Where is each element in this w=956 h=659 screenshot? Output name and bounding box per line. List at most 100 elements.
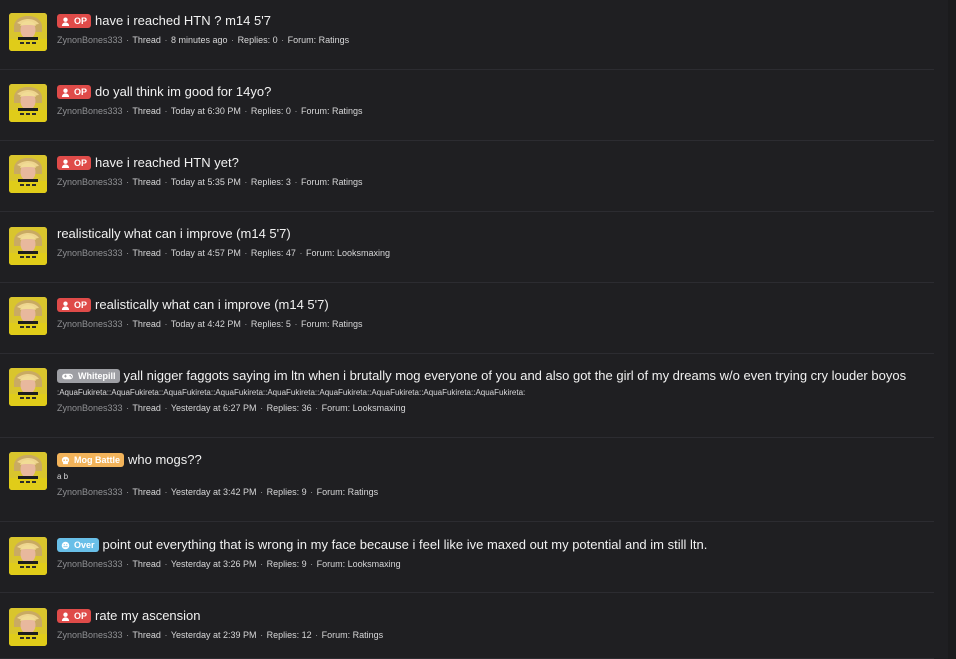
thread-meta: ZynonBones333 · Thread · Yesterday at 3:…	[57, 486, 926, 498]
avatar[interactable]	[9, 368, 47, 406]
thread-forum-link[interactable]: Forum: Looksmaxing	[317, 559, 401, 569]
thread-forum-link[interactable]: Forum: Looksmaxing	[322, 403, 406, 413]
thread-title-link[interactable]: do yall think im good for 14yo?	[95, 83, 271, 101]
thread-time: Yesterday at 3:26 PM	[170, 559, 257, 569]
thread-row[interactable]: OP rate my ascension ZynonBones333 · Threa…	[0, 593, 934, 659]
meta-separator: ·	[294, 177, 298, 187]
thread-author-link[interactable]: ZynonBones333	[57, 35, 123, 45]
avatar[interactable]	[9, 84, 47, 122]
meta-separator: ·	[164, 319, 168, 329]
thread-meta: ZynonBones333 · Thread · Today at 4:42 P…	[57, 318, 926, 330]
thread-snippet: a b	[57, 472, 69, 481]
thread-prefix-label: Mog Battle	[74, 455, 120, 465]
thread-row[interactable]: OP do yall think im good for 14yo? ZynonBo…	[0, 70, 934, 141]
meta-separator: ·	[126, 177, 130, 187]
thread-replies: Replies: 9	[266, 487, 307, 497]
thread-time: Yesterday at 3:42 PM	[170, 487, 257, 497]
thread-author-link[interactable]: ZynonBones333	[57, 177, 123, 187]
thread-row[interactable]: Over point out everything that is wrong i…	[0, 522, 934, 593]
thread-title-link[interactable]: point out everything that is wrong in my…	[103, 536, 708, 554]
thread-title-line: Mog Battle who mogs??	[57, 451, 926, 469]
thread-row[interactable]: Whitepill yall nigger faggots saying im l…	[0, 354, 934, 438]
gamepad-icon	[61, 372, 74, 381]
thread-type: Thread	[132, 35, 161, 45]
avatar[interactable]	[9, 452, 47, 490]
thread-author-link[interactable]: ZynonBones333	[57, 630, 123, 640]
thread-author-link[interactable]: ZynonBones333	[57, 559, 123, 569]
meta-separator: ·	[294, 319, 298, 329]
meta-separator: ·	[231, 35, 235, 45]
meta-separator: ·	[126, 248, 130, 258]
thread-title-line: OP realistically what can i improve (m14 …	[57, 296, 926, 314]
avatar[interactable]	[9, 297, 47, 335]
person-icon	[61, 159, 70, 168]
thread-title-link[interactable]: yall nigger faggots saying im ltn when i…	[124, 367, 907, 385]
meta-separator: ·	[164, 106, 168, 116]
meta-separator: ·	[244, 248, 248, 258]
thread-meta: ZynonBones333 · Thread · Yesterday at 3:…	[57, 558, 926, 570]
thread-meta: ZynonBones333 · Thread · 8 minutes ago ·…	[57, 34, 926, 46]
thread-prefix-badge[interactable]: OP	[57, 156, 92, 170]
thread-time: 8 minutes ago	[170, 35, 228, 45]
thread-forum-link[interactable]: Forum: Ratings	[317, 487, 379, 497]
thread-forum-link[interactable]: Forum: Ratings	[301, 177, 363, 187]
thread-forum-link[interactable]: Forum: Ratings	[322, 630, 384, 640]
thread-author-link[interactable]: ZynonBones333	[57, 403, 123, 413]
thread-author-link[interactable]: ZynonBones333	[57, 487, 123, 497]
meta-separator: ·	[294, 106, 298, 116]
avatar[interactable]	[9, 13, 47, 51]
thread-type: Thread	[132, 177, 161, 187]
face-icon	[61, 541, 70, 550]
thread-prefix-label: OP	[74, 300, 88, 310]
thread-title-link[interactable]: realistically what can i improve (m14 5'…	[95, 296, 329, 314]
thread-prefix-badge[interactable]: OP	[57, 14, 92, 28]
avatar[interactable]	[9, 155, 47, 193]
thread-prefix-badge[interactable]: Whitepill	[57, 369, 120, 383]
meta-separator: ·	[126, 319, 130, 329]
thread-row[interactable]: Mog Battle who mogs?? a b ZynonBones333 · T…	[0, 438, 934, 522]
thread-forum-link[interactable]: Forum: Ratings	[301, 106, 363, 116]
thread-row[interactable]: OP realistically what can i improve (m14 …	[0, 283, 934, 354]
meta-separator: ·	[164, 248, 168, 258]
thread-meta: ZynonBones333 · Thread · Yesterday at 2:…	[57, 629, 926, 641]
meta-separator: ·	[164, 559, 168, 569]
thread-author-link[interactable]: ZynonBones333	[57, 106, 123, 116]
thread-forum-link[interactable]: Forum: Ratings	[301, 319, 363, 329]
thread-title-link[interactable]: rate my ascension	[95, 607, 201, 625]
thread-type: Thread	[132, 248, 161, 258]
thread-row[interactable]: OP have i reached HTN ? m14 5'7 ZynonBones…	[0, 0, 934, 70]
thread-forum-link[interactable]: Forum: Looksmaxing	[306, 248, 390, 258]
meta-separator: ·	[244, 319, 248, 329]
thread-content: OP have i reached HTN yet? ZynonBones333 ·…	[57, 154, 926, 188]
thread-title-link[interactable]: have i reached HTN ? m14 5'7	[95, 12, 271, 30]
thread-title-link[interactable]: who mogs??	[128, 451, 202, 469]
thread-type: Thread	[132, 559, 161, 569]
thread-author-link[interactable]: ZynonBones333	[57, 319, 123, 329]
thread-prefix-badge[interactable]: OP	[57, 85, 92, 99]
avatar[interactable]	[9, 227, 47, 265]
thread-forum-link[interactable]: Forum: Ratings	[288, 35, 350, 45]
meta-separator: ·	[260, 630, 264, 640]
thread-prefix-badge[interactable]: OP	[57, 609, 92, 623]
meta-separator: ·	[164, 177, 168, 187]
avatar[interactable]	[9, 537, 47, 575]
thread-author-link[interactable]: ZynonBones333	[57, 248, 123, 258]
avatar[interactable]	[9, 608, 47, 646]
thread-prefix-badge[interactable]: Over	[57, 538, 99, 552]
person-icon	[61, 301, 70, 310]
scrollbar[interactable]	[948, 0, 956, 659]
thread-content: OP have i reached HTN ? m14 5'7 ZynonBones…	[57, 12, 926, 46]
thread-prefix-label: OP	[74, 87, 88, 97]
thread-row[interactable]: OP have i reached HTN yet? ZynonBones333 ·…	[0, 141, 934, 212]
thread-prefix-badge[interactable]: Mog Battle	[57, 453, 124, 467]
thread-title-link[interactable]: realistically what can i improve (m14 5'…	[57, 225, 291, 243]
meta-separator: ·	[260, 487, 264, 497]
meta-separator: ·	[260, 403, 264, 413]
thread-meta: ZynonBones333 · Thread · Yesterday at 6:…	[57, 402, 926, 414]
thread-title-link[interactable]: have i reached HTN yet?	[95, 154, 239, 172]
thread-row[interactable]: realistically what can i improve (m14 5'…	[0, 212, 934, 283]
thread-prefix-badge[interactable]: OP	[57, 298, 92, 312]
thread-content: OP realistically what can i improve (m14 …	[57, 296, 926, 330]
person-icon	[61, 88, 70, 97]
meta-separator: ·	[164, 630, 168, 640]
